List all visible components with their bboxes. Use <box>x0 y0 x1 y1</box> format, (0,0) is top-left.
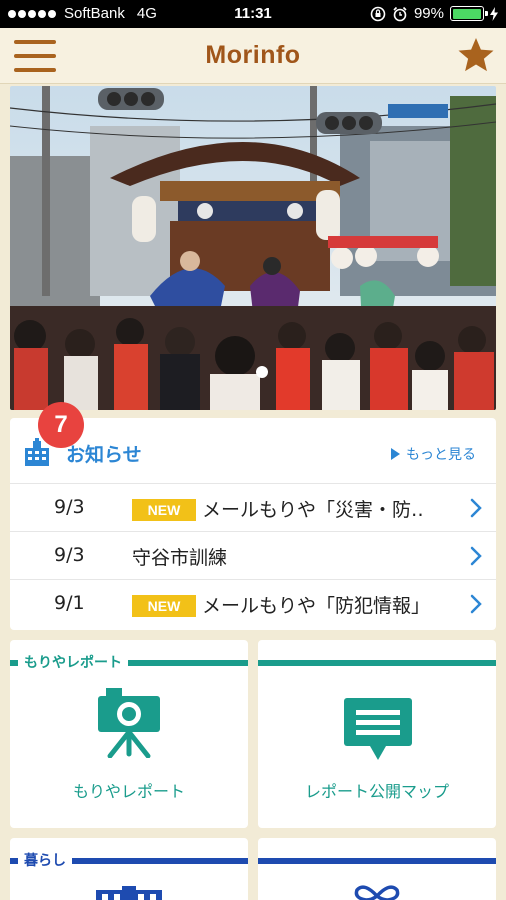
news-date: 9/1 <box>54 592 85 614</box>
carousel-page-indicator[interactable] <box>256 366 268 378</box>
battery-percent: 99% <box>413 5 444 22</box>
chevron-right-icon <box>470 594 482 614</box>
app-header: Morinfo <box>0 28 506 84</box>
tile-other[interactable] <box>258 838 496 900</box>
section-label-living: 暮らし <box>18 850 72 870</box>
star-icon[interactable] <box>456 35 496 75</box>
news-item[interactable]: 9/1 NEW メールもりや「防犯情報」 <box>10 580 496 628</box>
status-right: 99% <box>370 5 498 22</box>
tile-accent-bar <box>258 858 496 864</box>
news-title: お知らせ <box>66 444 142 466</box>
news-headline: メールもりや「災害・防‥ <box>202 499 424 521</box>
news-date: 9/3 <box>54 496 85 518</box>
camera-tripod-icon <box>98 688 160 758</box>
play-triangle-icon <box>391 448 400 460</box>
news-headline: メールもりや「防犯情報」 <box>202 595 431 617</box>
tile-moriya-report[interactable]: もりやレポート もりやレポート <box>10 640 248 828</box>
speech-bubble-icon <box>344 698 412 760</box>
tile-report-map[interactable]: レポート公開マップ <box>258 640 496 828</box>
tile-label-map: レポート公開マップ <box>304 782 449 801</box>
alarm-icon <box>393 6 407 21</box>
tile-label-report: もりやレポート <box>72 782 185 801</box>
new-badge: NEW <box>132 499 196 521</box>
news-item[interactable]: 9/3 守谷市訓練 <box>10 532 496 580</box>
battery-icon <box>450 6 488 21</box>
see-more-link[interactable]: もっと見る <box>391 444 476 464</box>
chevron-right-icon <box>470 498 482 518</box>
charging-icon <box>490 6 498 21</box>
rotation-lock-icon <box>370 6 386 21</box>
news-item[interactable]: 9/3 NEW メールもりや「災害・防‥ <box>10 484 496 532</box>
tile-living[interactable]: 暮らし <box>10 838 248 900</box>
news-card: お知らせ もっと見る 9/3 NEW メールもりや「災害・防‥ 9/3 守谷市訓… <box>10 418 496 630</box>
butterfly-icon <box>354 885 400 900</box>
section-label-report: もりやレポート <box>18 652 128 672</box>
news-date: 9/3 <box>54 544 85 566</box>
news-headline: 守谷市訓練 <box>132 547 228 569</box>
banner-carousel[interactable] <box>10 86 496 410</box>
see-more-label: もっと見る <box>406 447 476 463</box>
building-icon <box>96 886 162 900</box>
chevron-right-icon <box>470 546 482 566</box>
festival-photo <box>10 86 496 410</box>
notification-count-badge: 7 <box>38 402 84 448</box>
new-badge: NEW <box>132 595 196 617</box>
tile-accent-bar <box>258 660 496 666</box>
status-bar: SoftBank 4G 11:31 99% <box>0 0 506 28</box>
app-title: Morinfo <box>205 41 301 69</box>
